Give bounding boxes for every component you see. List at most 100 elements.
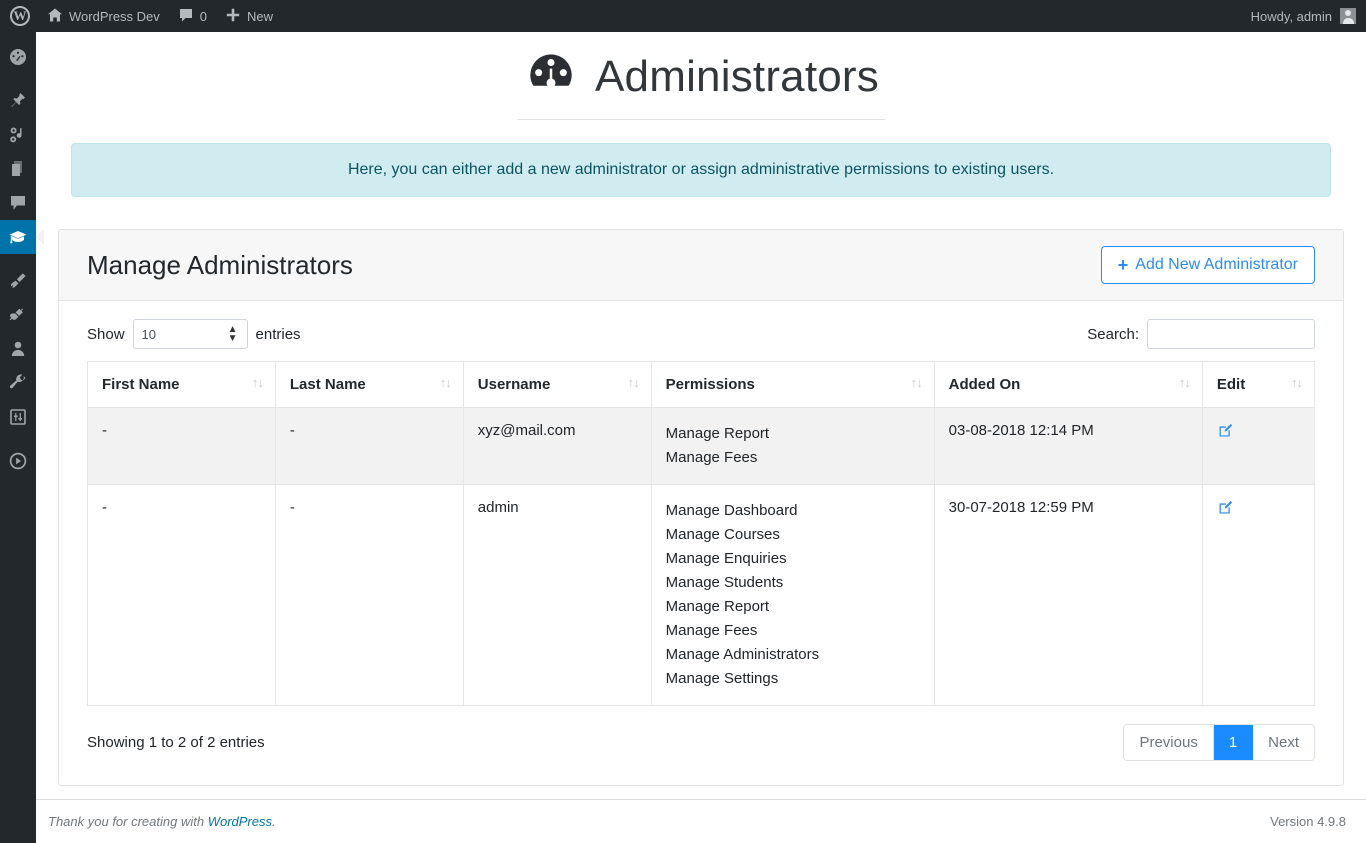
table-footer: Showing 1 to 2 of 2 entries Previous 1 N… [87, 706, 1315, 761]
show-label: Show [87, 325, 125, 343]
permission-item: Manage Administrators [665, 646, 820, 663]
sidebar-item-tools[interactable] [0, 366, 36, 400]
user-avatar-icon[interactable] [1340, 8, 1356, 24]
card-title: Manage Administrators [87, 249, 353, 280]
comment-bubble-icon [178, 7, 194, 26]
chevron-updown-icon: ▲ ▼ [227, 324, 238, 344]
table-header-row: First Name ↑↓ Last Name ↑↓ Username ↑↓ P… [87, 361, 1316, 408]
sidebar-item-collapse[interactable] [0, 444, 36, 478]
sort-arrows-icon: ↑↓ [1291, 375, 1303, 390]
admin-bar-right: Howdy, admin [1251, 0, 1366, 32]
manage-administrators-card: Manage Administrators + Add New Administ… [58, 229, 1344, 786]
wordpress-link[interactable]: WordPress [208, 814, 272, 829]
plus-icon [225, 7, 241, 26]
sidebar-item-dashboard[interactable] [0, 40, 36, 74]
sidebar-item-courses[interactable] [0, 220, 44, 254]
info-banner: Here, you can either add a new administr… [71, 143, 1331, 197]
search-input[interactable] [1147, 319, 1315, 349]
sidebar-item-appearance[interactable] [0, 264, 36, 298]
sliders-icon [8, 407, 28, 427]
page-length-select[interactable]: 10 ▲ ▼ [132, 319, 248, 349]
permission-item: Manage Settings [665, 670, 779, 687]
pagination-next[interactable]: Next [1253, 725, 1314, 760]
card-body: Show 10 ▲ ▼ entries Search: First Name ↑… [59, 301, 1343, 785]
comments-count: 0 [199, 8, 208, 24]
column-header-first-name[interactable]: First Name ↑↓ [87, 361, 276, 408]
new-content-label: New [247, 8, 274, 24]
sidebar-item-pages[interactable] [0, 152, 36, 186]
cell-edit [1201, 407, 1316, 485]
paint-brush-icon [8, 271, 28, 291]
cell-last-name: - [274, 407, 464, 485]
search-control: Search: [1087, 319, 1315, 349]
cell-first-name: - [87, 407, 276, 485]
sidebar-item-plugins[interactable] [0, 298, 36, 332]
footer-version: Version 4.9.8 [1270, 814, 1346, 829]
edit-pencil-square-icon[interactable] [1217, 422, 1234, 443]
plus-icon: + [1117, 255, 1129, 275]
page-title: Administrators [595, 51, 879, 101]
sidebar-item-settings[interactable] [0, 400, 36, 434]
page-content: Administrators Here, you can either add … [36, 32, 1366, 843]
permission-item: Manage Courses [665, 526, 780, 543]
pagination-page-1[interactable]: 1 [1213, 725, 1254, 760]
page-header: Administrators [36, 32, 1366, 120]
column-header-permissions[interactable]: Permissions ↑↓ [650, 361, 935, 408]
column-header-edit[interactable]: Edit ↑↓ [1201, 361, 1316, 408]
admin-bar: W WordPress Dev 0 New Howdy, admin [0, 0, 1366, 32]
table-controls: Show 10 ▲ ▼ entries Search: [87, 315, 1315, 361]
cell-permissions: Manage Dashboard Manage Courses Manage E… [650, 484, 935, 706]
sidebar-item-users[interactable] [0, 332, 36, 366]
column-header-added-on[interactable]: Added On ↑↓ [933, 361, 1203, 408]
comment-bubble-icon [8, 193, 28, 213]
howdy-user-menu[interactable]: Howdy, admin [1251, 0, 1332, 32]
footer-thanks-prefix: Thank you for creating with [48, 814, 208, 829]
column-label: Added On [948, 376, 1021, 393]
permission-item: Manage Fees [665, 622, 758, 639]
new-content-button[interactable]: New [216, 0, 282, 32]
cell-added-on: 30-07-2018 12:59 PM [933, 484, 1203, 706]
page-footer: Thank you for creating with WordPress. V… [36, 799, 1366, 843]
cell-first-name: - [87, 484, 276, 706]
page-length-control: Show 10 ▲ ▼ entries [87, 319, 301, 349]
table-row: - - admin Manage Dashboard Manage Course… [87, 484, 1316, 706]
table-info: Showing 1 to 2 of 2 entries [87, 734, 265, 751]
cell-permissions: Manage Report Manage Fees [650, 407, 935, 485]
plug-icon [8, 305, 28, 325]
sort-arrows-icon: ↑↓ [1178, 375, 1191, 390]
column-label: First Name [102, 376, 180, 393]
cell-edit [1201, 484, 1316, 706]
site-name-button[interactable]: WordPress Dev [38, 0, 169, 32]
site-name-label: WordPress Dev [69, 8, 160, 24]
edit-pencil-square-icon[interactable] [1217, 499, 1234, 520]
cell-username: xyz@mail.com [462, 407, 652, 485]
media-icon [8, 125, 28, 145]
cell-last-name: - [274, 484, 464, 706]
pagination: Previous 1 Next [1123, 724, 1315, 761]
add-new-administrator-label: Add New Administrator [1135, 256, 1298, 273]
permission-item: Manage Report [665, 598, 770, 615]
column-header-last-name[interactable]: Last Name ↑↓ [274, 361, 464, 408]
administrators-table: First Name ↑↓ Last Name ↑↓ Username ↑↓ P… [87, 361, 1316, 706]
wordpress-logo-button[interactable]: W [0, 0, 38, 32]
sidebar-separator-3 [0, 434, 36, 444]
comments-button[interactable]: 0 [169, 0, 216, 32]
pagination-previous[interactable]: Previous [1124, 725, 1214, 760]
wordpress-logo-icon: W [10, 6, 30, 26]
dashboard-speedometer-icon [523, 46, 579, 107]
graduation-cap-icon [8, 227, 28, 247]
howdy-label: Howdy, admin [1250, 8, 1332, 24]
column-header-username[interactable]: Username ↑↓ [462, 361, 652, 408]
add-new-administrator-button[interactable]: + Add New Administrator [1100, 246, 1315, 284]
sort-arrows-icon: ↑↓ [627, 375, 640, 390]
table-row: - - xyz@mail.com Manage Report Manage Fe… [87, 407, 1316, 485]
sidebar-item-posts[interactable] [0, 84, 36, 118]
sort-arrows-icon: ↑↓ [251, 375, 264, 390]
permission-item: Manage Students [665, 574, 784, 591]
search-label: Search: [1087, 325, 1139, 343]
sidebar-item-media[interactable] [0, 118, 36, 152]
permission-item: Manage Enquiries [665, 550, 787, 567]
permission-item: Manage Fees [665, 449, 758, 466]
sidebar-item-comments[interactable] [0, 186, 36, 220]
sort-arrows-icon: ↑↓ [910, 375, 923, 390]
